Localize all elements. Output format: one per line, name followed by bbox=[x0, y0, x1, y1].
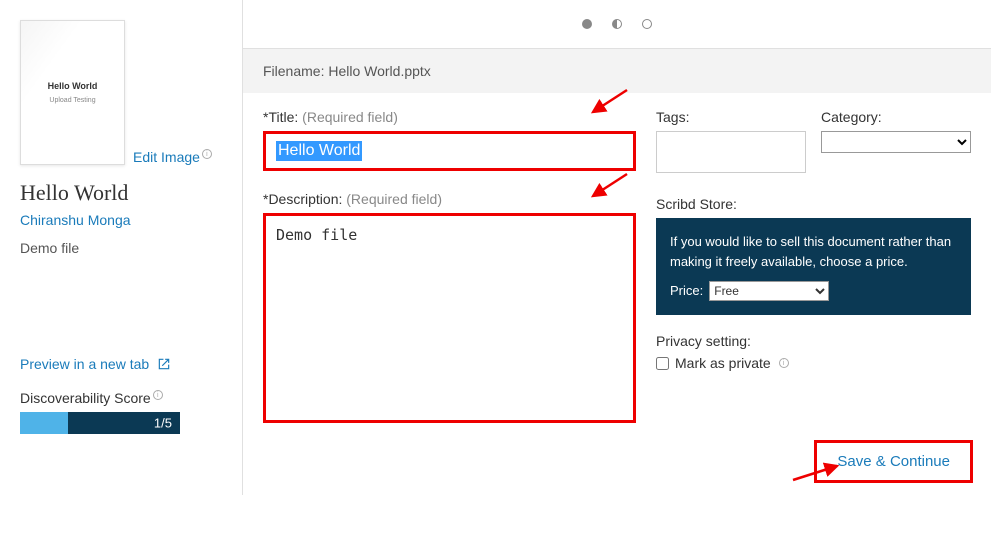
external-link-icon bbox=[157, 357, 171, 371]
preview-link[interactable]: Preview in a new tab bbox=[20, 356, 222, 372]
discoverability-bar: 1/5 bbox=[20, 412, 180, 434]
title-input[interactable]: Hello World bbox=[263, 131, 636, 171]
price-select[interactable]: Free bbox=[709, 281, 829, 301]
document-title: Hello World bbox=[20, 180, 222, 206]
sidebar: Hello World Upload Testing Edit Imagei H… bbox=[0, 0, 243, 495]
author-link[interactable]: Chiranshu Monga bbox=[20, 212, 222, 228]
step-indicator bbox=[243, 0, 991, 49]
document-description: Demo file bbox=[20, 240, 222, 256]
privacy-label: Privacy setting: bbox=[656, 333, 971, 349]
preview-link-label: Preview in a new tab bbox=[20, 356, 149, 372]
tags-input[interactable] bbox=[656, 131, 806, 173]
filename-value: Hello World.pptx bbox=[328, 63, 430, 79]
filename-label: Filename: bbox=[263, 63, 324, 79]
store-text: If you would like to sell this document … bbox=[670, 232, 957, 271]
store-label: Scribd Store: bbox=[656, 196, 971, 212]
tags-label: Tags: bbox=[656, 109, 806, 125]
description-input[interactable] bbox=[263, 213, 636, 423]
discoverability-label: Discoverability Scorei bbox=[20, 390, 222, 406]
discoverability-value: 1/5 bbox=[154, 416, 172, 431]
title-value-selected: Hello World bbox=[276, 141, 362, 161]
thumbnail-title: Hello World bbox=[48, 81, 98, 91]
price-label: Price: bbox=[670, 281, 703, 301]
step-2-icon bbox=[612, 19, 622, 29]
mark-private-checkbox[interactable] bbox=[656, 357, 669, 370]
category-label: Category: bbox=[821, 109, 971, 125]
store-box: If you would like to sell this document … bbox=[656, 218, 971, 315]
filename-bar: Filename: Hello World.pptx bbox=[243, 49, 991, 93]
discoverability-fill bbox=[20, 412, 68, 434]
step-3-icon bbox=[642, 19, 652, 29]
info-icon[interactable]: i bbox=[779, 358, 789, 368]
description-label: *Description: (Required field) bbox=[263, 191, 636, 207]
edit-image-link[interactable]: Edit Image bbox=[133, 149, 200, 165]
mark-private-label: Mark as private bbox=[675, 355, 771, 371]
main-panel: Filename: Hello World.pptx *Title: (Requ… bbox=[243, 0, 991, 495]
document-thumbnail[interactable]: Hello World Upload Testing bbox=[20, 20, 125, 165]
step-1-icon bbox=[582, 19, 592, 29]
save-continue-button[interactable]: Save & Continue bbox=[814, 440, 973, 483]
thumbnail-subtitle: Upload Testing bbox=[49, 97, 95, 104]
title-label: *Title: (Required field) bbox=[263, 109, 636, 125]
category-select[interactable] bbox=[821, 131, 971, 153]
info-icon[interactable]: i bbox=[153, 390, 163, 400]
info-icon[interactable]: i bbox=[202, 149, 212, 159]
